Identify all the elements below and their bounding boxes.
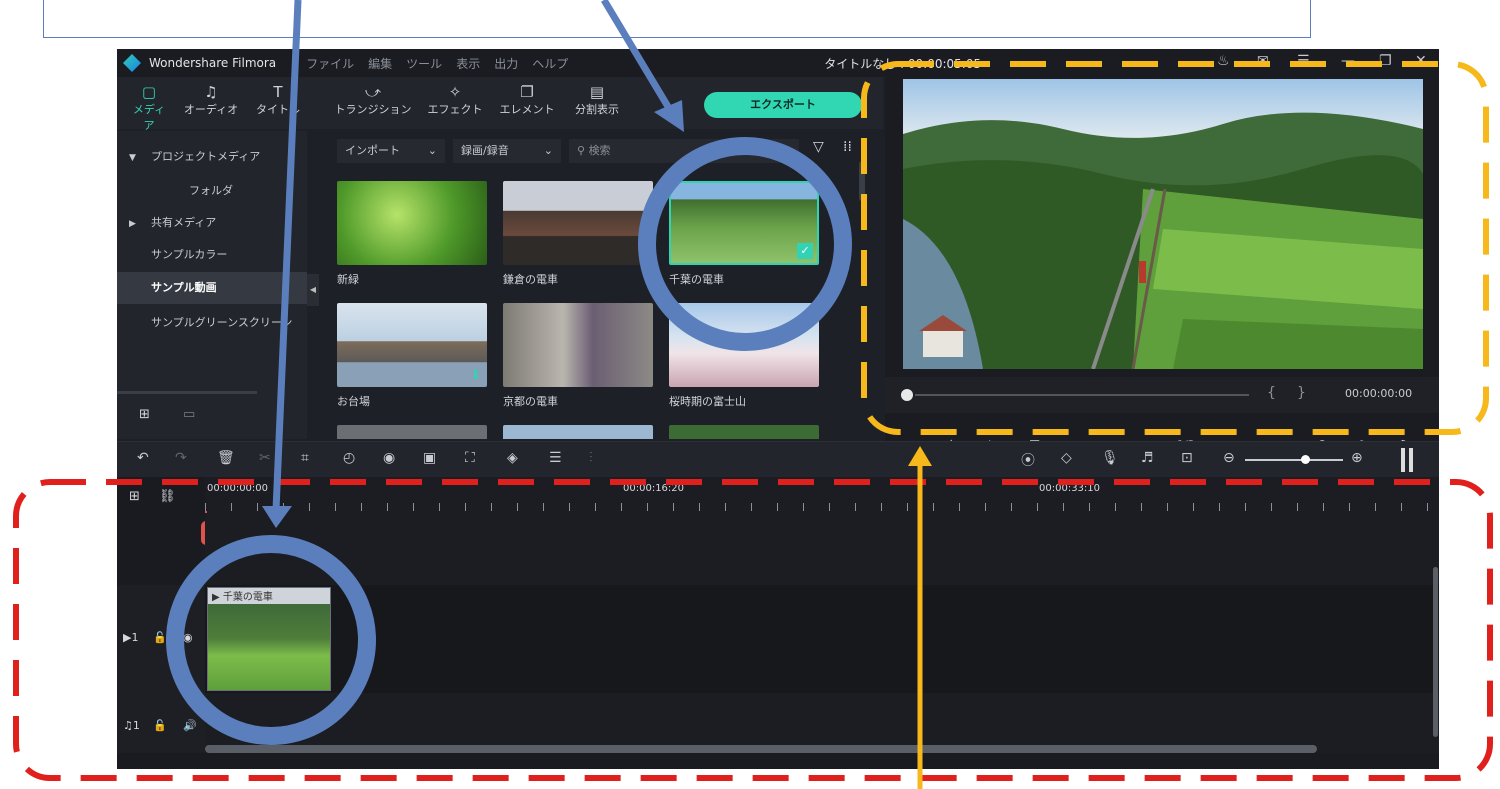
media-highlight-circle [638, 137, 852, 351]
arrow-to-media [600, 0, 674, 112]
clip-highlight-circle [166, 535, 376, 745]
annotation-layer [13, 0, 1493, 789]
preview-highlight-box [861, 61, 1489, 435]
arrow-to-clip [272, 0, 302, 511]
